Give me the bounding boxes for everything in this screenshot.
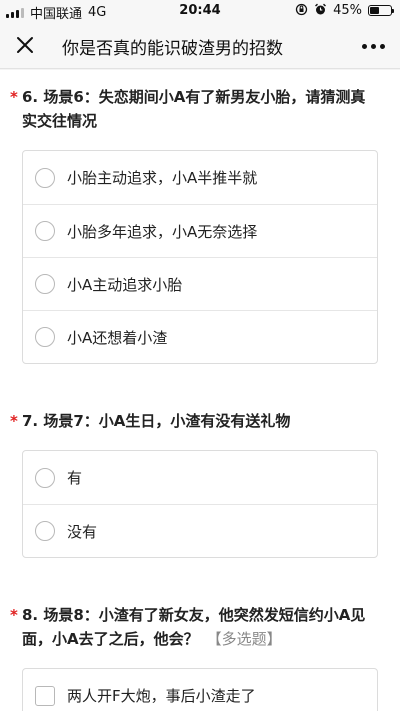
close-icon[interactable]	[10, 30, 40, 60]
question-text: 8. 场景8：小渣有了新女友，他突然发短信约小A见面，小A去了之后，他会？	[22, 606, 366, 648]
option-label: 两人开F大炮，事后小渣走了	[67, 687, 256, 705]
alarm-icon	[314, 3, 327, 18]
option-row[interactable]: 两人开F大炮，事后小渣走了	[23, 669, 377, 711]
option-row[interactable]: 没有	[23, 504, 377, 557]
radio-button[interactable]	[35, 327, 55, 347]
option-row[interactable]: 小A主动追求小胎	[23, 257, 377, 310]
option-row[interactable]: 有	[23, 451, 377, 504]
option-label: 小胎多年追求，小A无奈选择	[67, 222, 258, 241]
question-text: 7. 场景7：小A生日，小渣有没有送礼物	[22, 412, 291, 430]
option-group: 小胎主动追求，小A半推半就 小胎多年追求，小A无奈选择 小A主动追求小胎 小A还…	[22, 150, 378, 364]
status-bar: 中国联通 4G 20:44 45%	[0, 0, 400, 22]
required-mark: *	[10, 412, 18, 430]
question-7: * 7. 场景7：小A生日，小渣有没有送礼物 有 没有	[0, 409, 400, 558]
required-mark: *	[10, 606, 18, 624]
survey-content: * 6. 场景6：失恋期间小A有了新男友小胎，请猜测真实交往情况 小胎主动追求，…	[0, 70, 400, 711]
nav-bar: 你是否真的能识破渣男的招数	[0, 22, 400, 69]
question-title: * 8. 场景8：小渣有了新女友，他突然发短信约小A见面，小A去了之后，他会？【…	[10, 603, 378, 651]
radio-button[interactable]	[35, 167, 55, 188]
multi-select-tag: 【多选题】	[206, 630, 282, 648]
battery-percent: 45%	[333, 3, 362, 18]
option-label: 没有	[67, 522, 98, 541]
option-row[interactable]: 小胎多年追求，小A无奈选择	[23, 204, 377, 257]
question-text: 6. 场景6：失恋期间小A有了新男友小胎，请猜测真实交往情况	[22, 88, 366, 130]
question-6: * 6. 场景6：失恋期间小A有了新男友小胎，请猜测真实交往情况 小胎主动追求，…	[0, 85, 400, 364]
option-label: 小A主动追求小胎	[67, 275, 183, 294]
battery-icon	[368, 5, 394, 16]
lock-rotation-icon	[295, 3, 308, 18]
question-title: * 6. 场景6：失恋期间小A有了新男友小胎，请猜测真实交往情况	[10, 85, 378, 133]
radio-button[interactable]	[35, 467, 55, 488]
radio-button[interactable]	[35, 221, 55, 241]
question-8: * 8. 场景8：小渣有了新女友，他突然发短信约小A见面，小A去了之后，他会？【…	[0, 603, 400, 711]
question-title: * 7. 场景7：小A生日，小渣有没有送礼物	[10, 409, 378, 433]
more-icon[interactable]	[358, 35, 388, 57]
option-row[interactable]: 小胎主动追求，小A半推半就	[23, 151, 377, 204]
radio-button[interactable]	[35, 274, 55, 294]
option-group: 有 没有	[22, 450, 378, 558]
checkbox[interactable]	[35, 685, 55, 706]
radio-button[interactable]	[35, 521, 55, 541]
option-row[interactable]: 小A还想着小渣	[23, 310, 377, 363]
page-title: 你是否真的能识破渣男的招数	[62, 39, 283, 58]
option-label: 有	[67, 469, 83, 487]
option-label: 小胎主动追求，小A半推半就	[67, 169, 258, 187]
status-right: 45%	[295, 3, 394, 18]
required-mark: *	[10, 88, 18, 106]
option-label: 小A还想着小渣	[67, 328, 168, 347]
option-group: 两人开F大炮，事后小渣走了	[22, 668, 378, 711]
